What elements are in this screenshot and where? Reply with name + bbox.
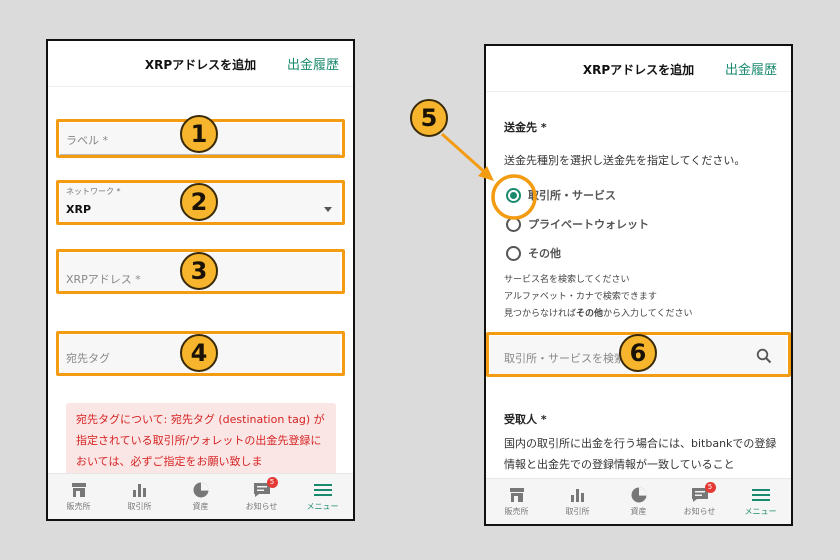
highlight-circle-5 xyxy=(491,174,537,220)
arrow-line xyxy=(441,132,490,178)
step-marker-5: 5 xyxy=(410,99,448,137)
step-marker-4: 4 xyxy=(180,334,218,372)
step-marker-3: 3 xyxy=(180,252,218,290)
step-marker-1: 1 xyxy=(180,115,218,153)
step-marker-6: 6 xyxy=(619,334,657,372)
step-marker-2: 2 xyxy=(180,183,218,221)
annotation-arrow-layer xyxy=(441,132,537,220)
